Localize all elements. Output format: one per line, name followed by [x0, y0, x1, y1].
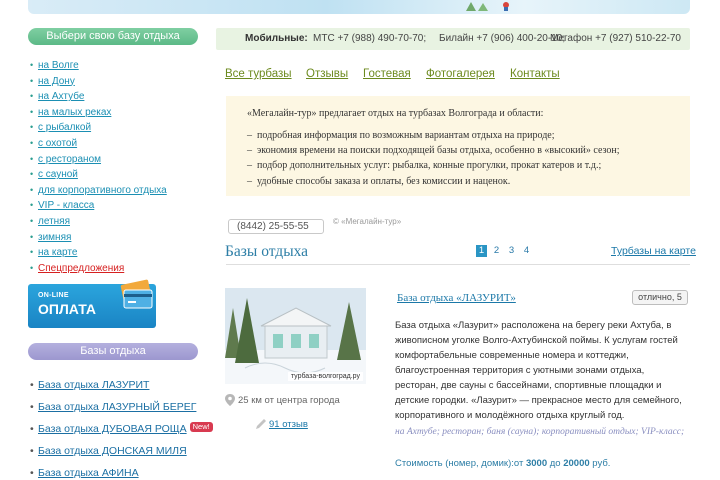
divider [226, 264, 690, 265]
intro-lead: «Мегалайн-тур» предлагает отдых на турба… [247, 108, 544, 119]
base-tags: на Ахтубе; ресторан; баня (сауна); корпо… [395, 427, 685, 437]
price-mid: до [547, 458, 564, 469]
credit-cards-icon [120, 279, 153, 309]
base-link[interactable]: База отдыха ДОНСКАЯ МИЛЯ [38, 445, 187, 457]
page-1[interactable]: 1 [476, 245, 487, 257]
choose-base-title: Выбери свою базу отдыха [28, 28, 198, 45]
distance-info: 25 км от центра города [225, 394, 340, 406]
reviews-info: 91 отзыв [255, 418, 308, 430]
page-4[interactable]: 4 [521, 245, 532, 257]
location-pin-icon [225, 394, 235, 406]
base-list: База отдыха ЛАЗУРИТ База отдыха ЛАЗУРНЫЙ… [28, 374, 213, 480]
price-suffix: руб. [589, 458, 611, 469]
list-item: экономия времени на поиски подходящей ба… [247, 143, 690, 158]
contact-phone: (8442) 25-55-55 [228, 219, 324, 234]
category-link[interactable]: летняя [38, 216, 70, 227]
top-banner [0, 0, 720, 14]
list-item: зимняя [30, 230, 198, 246]
photo-caption: турбаза-волгоград.ру [287, 372, 363, 381]
special-offers-link[interactable]: Спецпредложения [38, 263, 124, 274]
phones-label: Мобильные: [245, 33, 308, 44]
nav-reviews[interactable]: Отзывы [306, 68, 348, 80]
base-photo-image [225, 288, 366, 384]
list-item: Спецпредложения [30, 261, 198, 277]
base-link[interactable]: База отдыха ЛАЗУРИТ [38, 379, 149, 391]
list-item: подробная информация по возможным вариан… [247, 128, 690, 143]
category-link[interactable]: с охотой [38, 138, 77, 149]
new-badge: New! [189, 422, 213, 433]
list-item: на карте [30, 245, 198, 261]
copyright: © «Мегалайн-тур» [333, 217, 402, 226]
mobile-phones-bar: Мобильные: МТС +7 (988) 490-70-70; Билай… [216, 28, 690, 50]
category-link[interactable]: VIP - класса [38, 200, 94, 211]
category-link[interactable]: на Ахтубе [38, 91, 84, 102]
category-link[interactable]: на малых реках [38, 107, 111, 118]
winter-scene-icon [466, 2, 509, 11]
list-item: с рыбалкой [30, 120, 198, 136]
sidebar: Выбери свою базу отдыха на Волге на Дону… [28, 28, 213, 480]
list-item: летняя [30, 214, 198, 230]
price-to: 20000 [563, 458, 590, 469]
price-from: 3000 [525, 458, 548, 469]
category-link[interactable]: с сауной [38, 169, 78, 180]
list-item: с рестораном [30, 152, 198, 168]
base-title-link[interactable]: База отдыха «ЛАЗУРИТ» [397, 292, 516, 304]
header-strip [28, 0, 690, 14]
list-item: для корпоративного отдыха [30, 183, 198, 199]
pencil-icon [256, 419, 266, 429]
category-link[interactable]: с рыбалкой [38, 122, 91, 133]
list-item: на малых реках [30, 105, 198, 121]
bases-on-map-link[interactable]: Турбазы на карте [611, 245, 696, 257]
base-link[interactable]: База отдыха ЛАЗУРНЫЙ БЕРЕГ [38, 401, 196, 413]
intro-list: подробная информация по возможным вариан… [247, 128, 690, 189]
category-link[interactable]: для корпоративного отдыха [38, 185, 167, 196]
nav-photo-gallery[interactable]: Фотогалерея [426, 68, 495, 80]
rating-badge: отлично, 5 [632, 290, 688, 305]
phone-mts: МТС +7 (988) 490-70-70; [313, 33, 427, 44]
nav-contacts[interactable]: Контакты [510, 68, 560, 80]
price-prefix: Стоимость (номер, домик):от [395, 458, 526, 469]
category-link[interactable]: на Дону [38, 76, 75, 87]
list-item: с сауной [30, 167, 198, 183]
nav-guestbook[interactable]: Гостевая [363, 68, 411, 80]
section-title: Базы отдыха [225, 243, 309, 260]
category-link[interactable]: с рестораном [38, 154, 101, 165]
category-list: на Волге на Дону на Ахтубе на малых река… [28, 58, 198, 276]
list-item: База отдыха ДУБОВАЯ РОЩАNew! [30, 418, 213, 440]
online-payment-banner[interactable]: ON-LINE ОПЛАТА [28, 279, 156, 329]
phone-beeline: Билайн +7 (906) 400-20-10; [439, 33, 566, 44]
page-3[interactable]: 3 [506, 245, 517, 257]
base-link[interactable]: База отдыха ДУБОВАЯ РОЩА [38, 423, 187, 435]
intro-box: «Мегалайн-тур» предлагает отдых на турба… [226, 96, 690, 196]
category-link[interactable]: на Волге [38, 60, 79, 71]
bases-title: Базы отдыха [28, 343, 198, 361]
list-item: на Дону [30, 74, 198, 90]
list-item: База отдыха ЛАЗУРИТ [30, 374, 198, 396]
distance-text: 25 км от центра города [238, 395, 340, 406]
base-link[interactable]: База отдыха АФИНА [38, 467, 139, 479]
base-price: Стоимость (номер, домик):от 3000 до 2000… [395, 458, 610, 469]
list-item: на Волге [30, 58, 198, 74]
list-item: VIP - класса [30, 198, 198, 214]
reviews-link[interactable]: 91 отзыв [269, 419, 308, 430]
online-label: ON-LINE [38, 292, 69, 300]
payment-label: ОПЛАТА [38, 301, 96, 318]
list-item: База отдыха ЛАЗУРНЫЙ БЕРЕГ [30, 396, 198, 418]
list-item: База отдыха ДОНСКАЯ МИЛЯ [30, 440, 198, 462]
category-link[interactable]: на карте [38, 247, 77, 258]
list-item: на Ахтубе [30, 89, 198, 105]
list-item: с охотой [30, 136, 198, 152]
list-item: База отдыха АФИНА [30, 462, 198, 480]
list-item: удобные способы заказа и оплаты, без ком… [247, 174, 690, 189]
base-photo[interactable]: турбаза-волгоград.ру [225, 288, 366, 384]
list-item: подбор дополнительных услуг: рыбалка, ко… [247, 158, 690, 173]
base-description: База отдыха «Лазурит» расположена на бер… [395, 320, 682, 421]
nav-all-bases[interactable]: Все турбазы [225, 68, 292, 80]
category-link[interactable]: зимняя [38, 232, 71, 243]
phone-megafon: Мегафон +7 (927) 510-22-70 [550, 33, 681, 44]
page-2[interactable]: 2 [491, 245, 502, 257]
